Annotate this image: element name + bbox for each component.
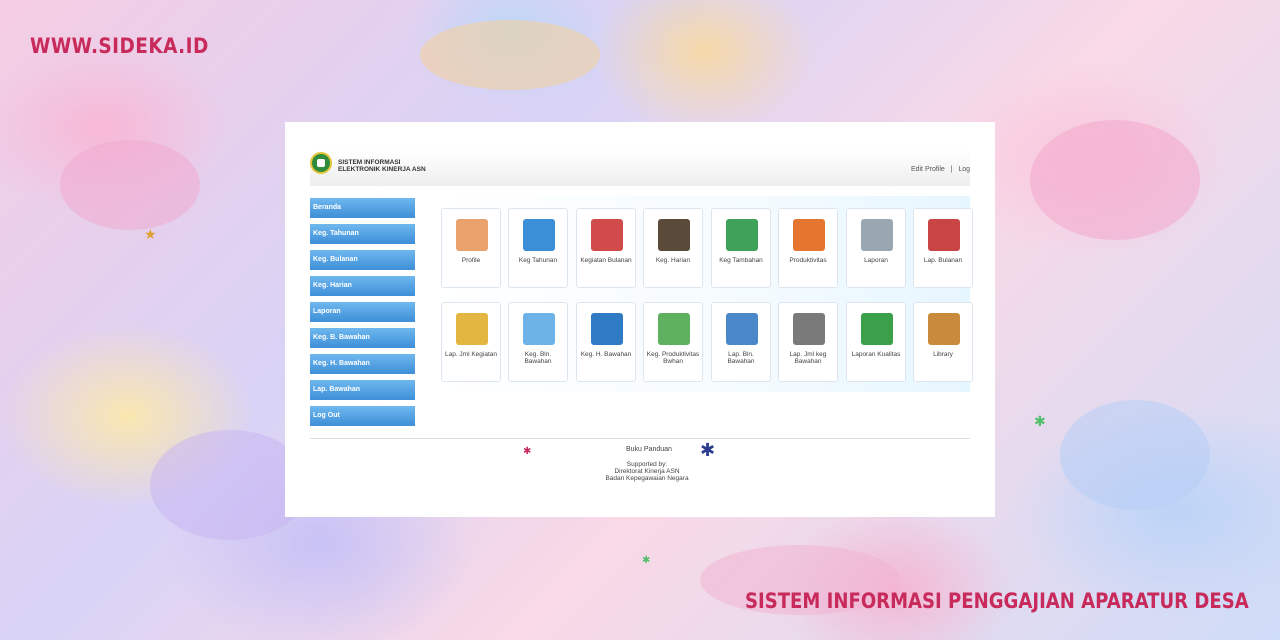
sidebar: Beranda Keg. Tahunan Keg. Bulanan Keg. H… (310, 198, 415, 432)
app-screenshot: SISTEM INFORMASI ELEKTRONIK KINERJA ASN … (285, 122, 995, 517)
magnifier-chart-icon (793, 313, 825, 345)
tile-label: Laporan Kualitas (851, 351, 901, 358)
tile-keg-tambahan[interactable]: Keg Tambahan (711, 208, 771, 288)
guide-link[interactable]: Buku Panduan (626, 446, 672, 453)
calendar-blue-icon (523, 313, 555, 345)
star-icon: ✱ (1034, 413, 1046, 429)
dashboard-grid: Profile Keg Tahunan Kegiatan Bulanan Keg… (433, 196, 973, 392)
support-info: Supported by: Direktorat Kinerja ASN Bad… (585, 461, 709, 482)
app-title-line1: SISTEM INFORMASI (338, 159, 401, 166)
star-icon: ✱ (700, 440, 716, 460)
tile-label: Keg Tambahan (719, 257, 763, 264)
tile-library[interactable]: Library (913, 302, 973, 382)
sidebar-item-keg-b-bawahan[interactable]: Keg. B. Bawahan (310, 328, 415, 348)
tile-label: Profile (461, 257, 481, 264)
sidebar-item-keg-harian[interactable]: Keg. Harian (310, 276, 415, 296)
footer-title: SISTEM INFORMASI PENGGAJIAN APARATUR DES… (745, 589, 1249, 613)
app-header: SISTEM INFORMASI ELEKTRONIK KINERJA ASN … (310, 150, 970, 186)
tile-keg-harian[interactable]: Keg. Harian (643, 208, 703, 288)
calendar-icon (591, 219, 623, 251)
sidebar-item-keg-h-bawahan[interactable]: Keg. H. Bawahan (310, 354, 415, 374)
footer-divider (310, 438, 970, 439)
tile-label: Lap. Jml keg Bawahan (789, 351, 827, 365)
notes-pencil-icon (456, 313, 488, 345)
star-icon: ✱ (523, 446, 532, 457)
chart-document-icon (726, 313, 758, 345)
users-icon (456, 219, 488, 251)
background-swirl (1030, 120, 1200, 240)
arrow-icon (523, 219, 555, 251)
cubes-icon (658, 313, 690, 345)
monitor-icon (591, 313, 623, 345)
tile-laporan-kualitas[interactable]: Laporan Kualitas (846, 302, 906, 382)
top-nav: Edit Profile | Log (911, 166, 970, 173)
tile-label: Kegiatan Bulanan (580, 257, 632, 264)
emblem-icon (310, 152, 332, 174)
tile-label: Keg Tahunan (518, 257, 558, 264)
background-swirl (1060, 400, 1210, 510)
sidebar-item-keg-bulanan[interactable]: Keg. Bulanan (310, 250, 415, 270)
sidebar-item-beranda[interactable]: Beranda (310, 198, 415, 218)
tile-label: Produktivitas (789, 257, 827, 264)
app-title: SISTEM INFORMASI ELEKTRONIK KINERJA ASN (338, 159, 426, 173)
tile-profile[interactable]: Profile (441, 208, 501, 288)
tile-keg-produktivitas-bwhan[interactable]: Keg. Produktivitas Bwhan (643, 302, 703, 382)
tile-label: Library (933, 351, 953, 358)
edit-profile-link[interactable]: Edit Profile (911, 166, 945, 173)
background-swirl (420, 20, 600, 90)
tile-label: Lap. Jml Kegiatan (444, 351, 498, 358)
tile-kegiatan-bulanan[interactable]: Kegiatan Bulanan (576, 208, 636, 288)
tile-label: Keg. Harian (655, 257, 691, 264)
support-org-1: Direktorat Kinerja ASN (614, 468, 680, 475)
sidebar-item-log-out[interactable]: Log Out (310, 406, 415, 426)
tile-laporan[interactable]: Laporan (846, 208, 906, 288)
tile-keg-bln-bawahan[interactable]: Keg. Bln. Bawahan (508, 302, 568, 382)
background-swirl (60, 140, 200, 230)
document-pen-icon (861, 219, 893, 251)
tile-lap-bln-bawahan[interactable]: Lap. Bln. Bawahan (711, 302, 771, 382)
site-brand: WWW.SIDEKA.ID (30, 34, 209, 58)
tile-keg-tahunan[interactable]: Keg Tahunan (508, 208, 568, 288)
star-icon: ✱ (642, 555, 651, 566)
star-icon: ★ (144, 226, 157, 242)
sidebar-item-lap-bawahan[interactable]: Lap. Bawahan (310, 380, 415, 400)
tile-lap-bulanan[interactable]: Lap. Bulanan (913, 208, 973, 288)
nav-separator: | (950, 166, 953, 173)
app-title-line2: ELEKTRONIK KINERJA ASN (338, 166, 426, 173)
tile-label: Keg. Produktivitas Bwhan (646, 351, 700, 365)
tile-lap-jml-kegiatan[interactable]: Lap. Jml Kegiatan (441, 302, 501, 382)
tile-label: Laporan (864, 257, 888, 264)
tile-lap-jml-keg-bawahan[interactable]: Lap. Jml keg Bawahan (778, 302, 838, 382)
book-icon (928, 313, 960, 345)
logout-link[interactable]: Log (958, 166, 970, 173)
sidebar-item-keg-tahunan[interactable]: Keg. Tahunan (310, 224, 415, 244)
bar-chart-icon (861, 313, 893, 345)
tile-label: Keg. Bln. Bawahan (524, 351, 552, 365)
tile-keg-h-bawahan[interactable]: Keg. H. Bawahan (576, 302, 636, 382)
address-book-icon (658, 219, 690, 251)
support-org-2: Badan Kepegawaian Negara (605, 475, 689, 482)
envelope-icon (726, 219, 758, 251)
tile-label: Lap. Bulanan (923, 257, 963, 264)
report-pen-icon (928, 219, 960, 251)
apps-icon (793, 219, 825, 251)
tile-label: Keg. H. Bawahan (580, 351, 632, 358)
tile-label: Lap. Bln. Bawahan (727, 351, 755, 365)
sidebar-item-laporan[interactable]: Laporan (310, 302, 415, 322)
supported-by-label: Supported by: (626, 461, 668, 468)
tile-produktivitas[interactable]: Produktivitas (778, 208, 838, 288)
